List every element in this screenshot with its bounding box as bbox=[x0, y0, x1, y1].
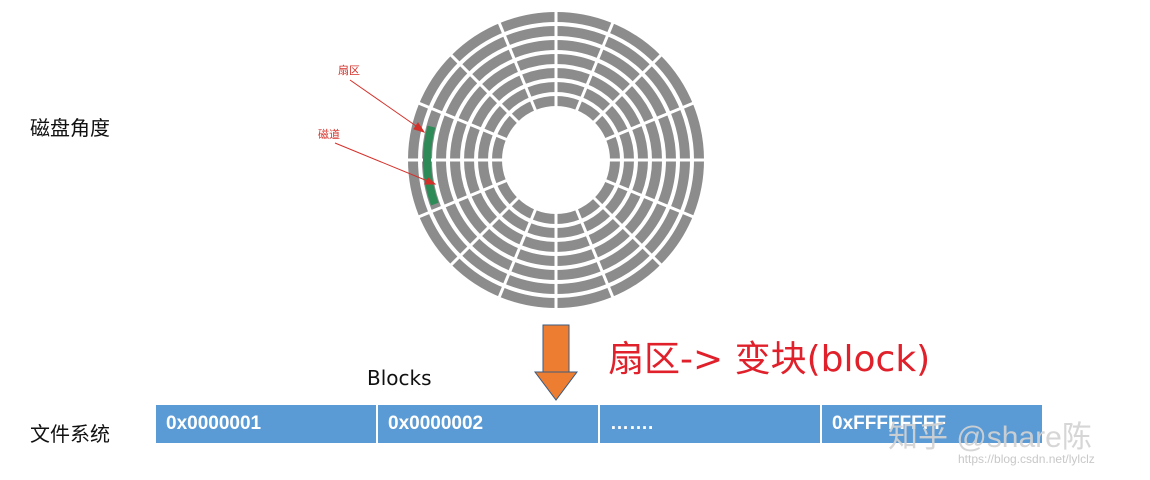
sector-dividers bbox=[407, 11, 705, 309]
block-cell: 0x0000001 bbox=[156, 405, 378, 443]
block-cell: 0x0000002 bbox=[378, 405, 600, 443]
sector-annotation-arrow bbox=[349, 79, 420, 129]
watermark-zhihu: 知乎 @share陈 bbox=[888, 421, 1092, 454]
block-cell: ……. bbox=[600, 405, 822, 443]
track-annotation: 磁道 bbox=[318, 128, 340, 141]
caption-sector-to-block: 扇区-> 变块(block) bbox=[608, 339, 931, 380]
down-arrow bbox=[534, 324, 578, 401]
filesystem-view-label: 文件系统 bbox=[30, 422, 110, 446]
blocks-title: Blocks bbox=[367, 366, 432, 390]
watermark-url: https://blog.csdn.net/lylclz bbox=[958, 452, 1095, 466]
sector-annotation: 扇区 bbox=[338, 64, 360, 77]
